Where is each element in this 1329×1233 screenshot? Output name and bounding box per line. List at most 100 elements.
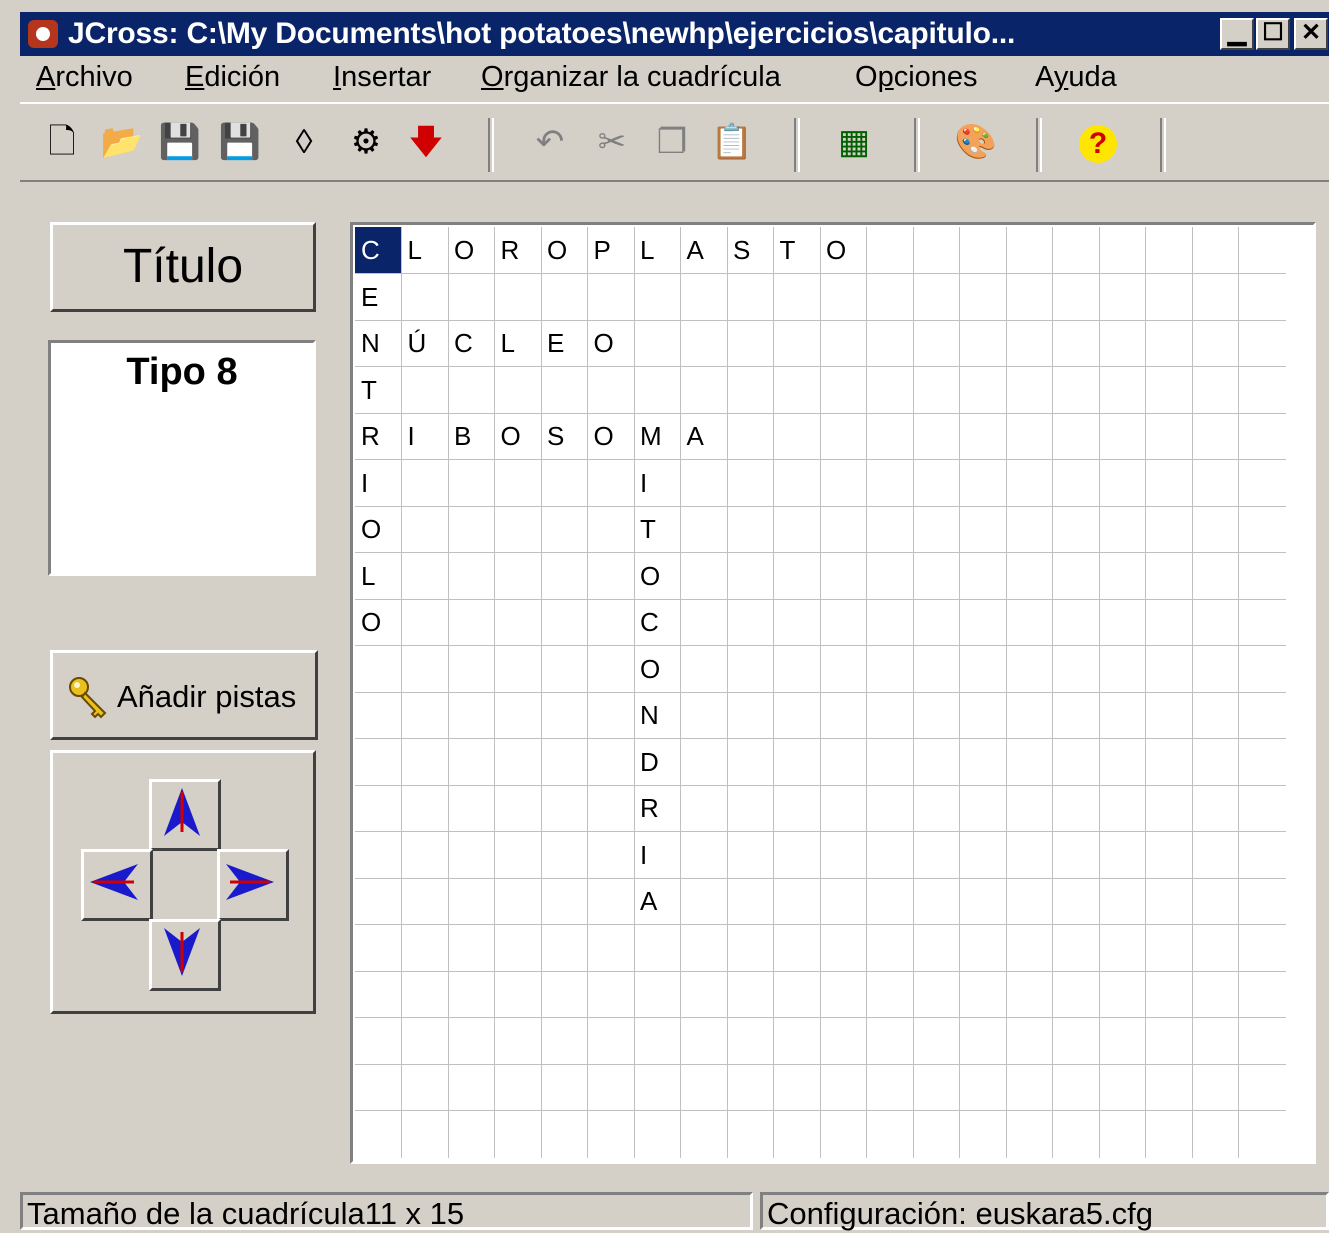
grid-cell[interactable] bbox=[774, 1110, 821, 1158]
grid-cell[interactable]: I bbox=[634, 459, 681, 507]
grid-cell[interactable] bbox=[1145, 320, 1193, 367]
grid-cell[interactable] bbox=[866, 320, 914, 367]
grid-cell[interactable] bbox=[866, 366, 914, 414]
grid-cell[interactable] bbox=[727, 459, 774, 507]
grid-cell[interactable] bbox=[680, 506, 728, 553]
grid-cell[interactable]: T bbox=[355, 366, 402, 414]
grid-cell[interactable] bbox=[401, 459, 449, 507]
grid-cell[interactable] bbox=[634, 1064, 681, 1111]
grid-cell[interactable] bbox=[727, 552, 774, 600]
grid-cell[interactable] bbox=[1006, 692, 1053, 739]
grid-cell[interactable] bbox=[1006, 227, 1053, 274]
maximize-button[interactable]: ☐ bbox=[1256, 18, 1290, 50]
grid-cell[interactable] bbox=[448, 552, 495, 600]
grid-maker-button[interactable]: ▦ bbox=[832, 120, 876, 164]
grid-cell[interactable] bbox=[820, 552, 867, 600]
move-down-button[interactable] bbox=[149, 919, 221, 991]
grid-cell[interactable] bbox=[634, 366, 681, 414]
grid-cell[interactable] bbox=[1006, 878, 1053, 925]
grid-cell[interactable] bbox=[867, 1110, 914, 1158]
grid-cell[interactable] bbox=[1006, 366, 1053, 414]
grid-cell[interactable] bbox=[959, 320, 1007, 367]
grid-cell[interactable] bbox=[959, 506, 1007, 553]
grid-cell[interactable] bbox=[773, 320, 821, 367]
grid-cell[interactable] bbox=[866, 552, 914, 600]
grid-cell[interactable]: A bbox=[634, 878, 681, 925]
grid-cell[interactable] bbox=[1238, 320, 1286, 367]
grid-cell[interactable] bbox=[448, 1064, 495, 1111]
grid-cell[interactable] bbox=[401, 878, 449, 925]
grid-cell[interactable]: S bbox=[541, 413, 588, 460]
grid-cell[interactable] bbox=[820, 320, 867, 367]
grid-cell[interactable] bbox=[448, 924, 495, 972]
grid-cell[interactable] bbox=[1006, 924, 1053, 972]
grid-cell[interactable] bbox=[448, 692, 495, 739]
grid-cell[interactable] bbox=[541, 878, 588, 925]
grid-cell[interactable] bbox=[1099, 506, 1146, 553]
grid-cell[interactable] bbox=[1238, 1064, 1286, 1111]
grid-cell[interactable] bbox=[1099, 413, 1146, 460]
grid-cell[interactable] bbox=[1192, 1110, 1239, 1158]
grid-cell[interactable] bbox=[1192, 924, 1239, 972]
grid-cell[interactable] bbox=[1052, 599, 1100, 646]
grid-cell[interactable] bbox=[820, 645, 867, 693]
grid-cell[interactable] bbox=[959, 273, 1007, 321]
grid-cell[interactable]: L bbox=[494, 320, 542, 367]
grid-cell[interactable] bbox=[1145, 692, 1193, 739]
grid-cell[interactable]: D bbox=[634, 738, 681, 786]
grid-cell[interactable] bbox=[1006, 738, 1053, 786]
grid-cell[interactable] bbox=[1052, 831, 1100, 879]
open-button[interactable]: 📂 bbox=[100, 120, 144, 164]
grid-cell[interactable] bbox=[401, 366, 449, 414]
grid-cell[interactable]: R bbox=[494, 227, 542, 274]
grid-cell[interactable]: Ú bbox=[401, 320, 449, 367]
menu-insertar[interactable]: Insertar bbox=[333, 58, 431, 96]
grid-cell[interactable]: R bbox=[634, 785, 681, 832]
grid-cell[interactable] bbox=[541, 599, 588, 646]
add-arrow-button[interactable]: 🡇 bbox=[404, 120, 448, 164]
grid-cell[interactable] bbox=[1192, 320, 1239, 367]
grid-cell[interactable] bbox=[773, 413, 821, 460]
grid-cell[interactable] bbox=[680, 924, 728, 972]
grid-cell[interactable] bbox=[960, 1110, 1007, 1158]
grid-cell[interactable] bbox=[401, 924, 449, 972]
grid-cell[interactable] bbox=[959, 645, 1007, 693]
grid-cell[interactable] bbox=[494, 645, 542, 693]
grid-cell[interactable] bbox=[913, 924, 960, 972]
grid-cell[interactable]: O bbox=[587, 320, 635, 367]
grid-cell[interactable] bbox=[866, 692, 914, 739]
export-web-button[interactable]: ⚙ bbox=[344, 120, 388, 164]
grid-cell[interactable] bbox=[1006, 459, 1053, 507]
grid-cell[interactable] bbox=[1192, 413, 1239, 460]
grid-cell[interactable] bbox=[494, 1064, 542, 1111]
grid-cell[interactable]: E bbox=[355, 273, 402, 321]
grid-cell[interactable] bbox=[1006, 413, 1053, 460]
menu-archivo[interactable]: Archivo bbox=[36, 58, 133, 96]
grid-cell[interactable] bbox=[680, 1017, 728, 1065]
grid-cell[interactable] bbox=[820, 692, 867, 739]
view-browser-button[interactable]: ◊ bbox=[282, 120, 326, 164]
grid-cell[interactable] bbox=[1052, 1017, 1100, 1065]
grid-cell[interactable] bbox=[1192, 366, 1239, 414]
grid-cell[interactable] bbox=[587, 924, 635, 972]
grid-cell[interactable] bbox=[588, 1110, 635, 1158]
app-icon[interactable] bbox=[28, 20, 58, 48]
grid-cell[interactable] bbox=[913, 506, 960, 553]
grid-cell[interactable]: P bbox=[587, 227, 635, 274]
grid-cell[interactable] bbox=[355, 878, 402, 925]
grid-cell[interactable] bbox=[820, 506, 867, 553]
grid-cell[interactable] bbox=[1192, 459, 1239, 507]
grid-cell[interactable] bbox=[1145, 1064, 1193, 1111]
grid-cell[interactable] bbox=[402, 1110, 449, 1158]
grid-cell[interactable] bbox=[820, 273, 867, 321]
grid-cell[interactable] bbox=[727, 366, 774, 414]
grid-cell[interactable] bbox=[355, 1110, 402, 1158]
grid-cell[interactable] bbox=[1099, 971, 1146, 1018]
grid-cell[interactable]: O bbox=[355, 506, 402, 553]
menu-opciones[interactable]: Opciones bbox=[855, 58, 978, 96]
grid-cell[interactable] bbox=[634, 1017, 681, 1065]
grid-cell[interactable]: T bbox=[634, 506, 681, 553]
grid-cell[interactable] bbox=[866, 459, 914, 507]
grid-cell[interactable] bbox=[541, 459, 588, 507]
grid-cell[interactable] bbox=[587, 366, 635, 414]
